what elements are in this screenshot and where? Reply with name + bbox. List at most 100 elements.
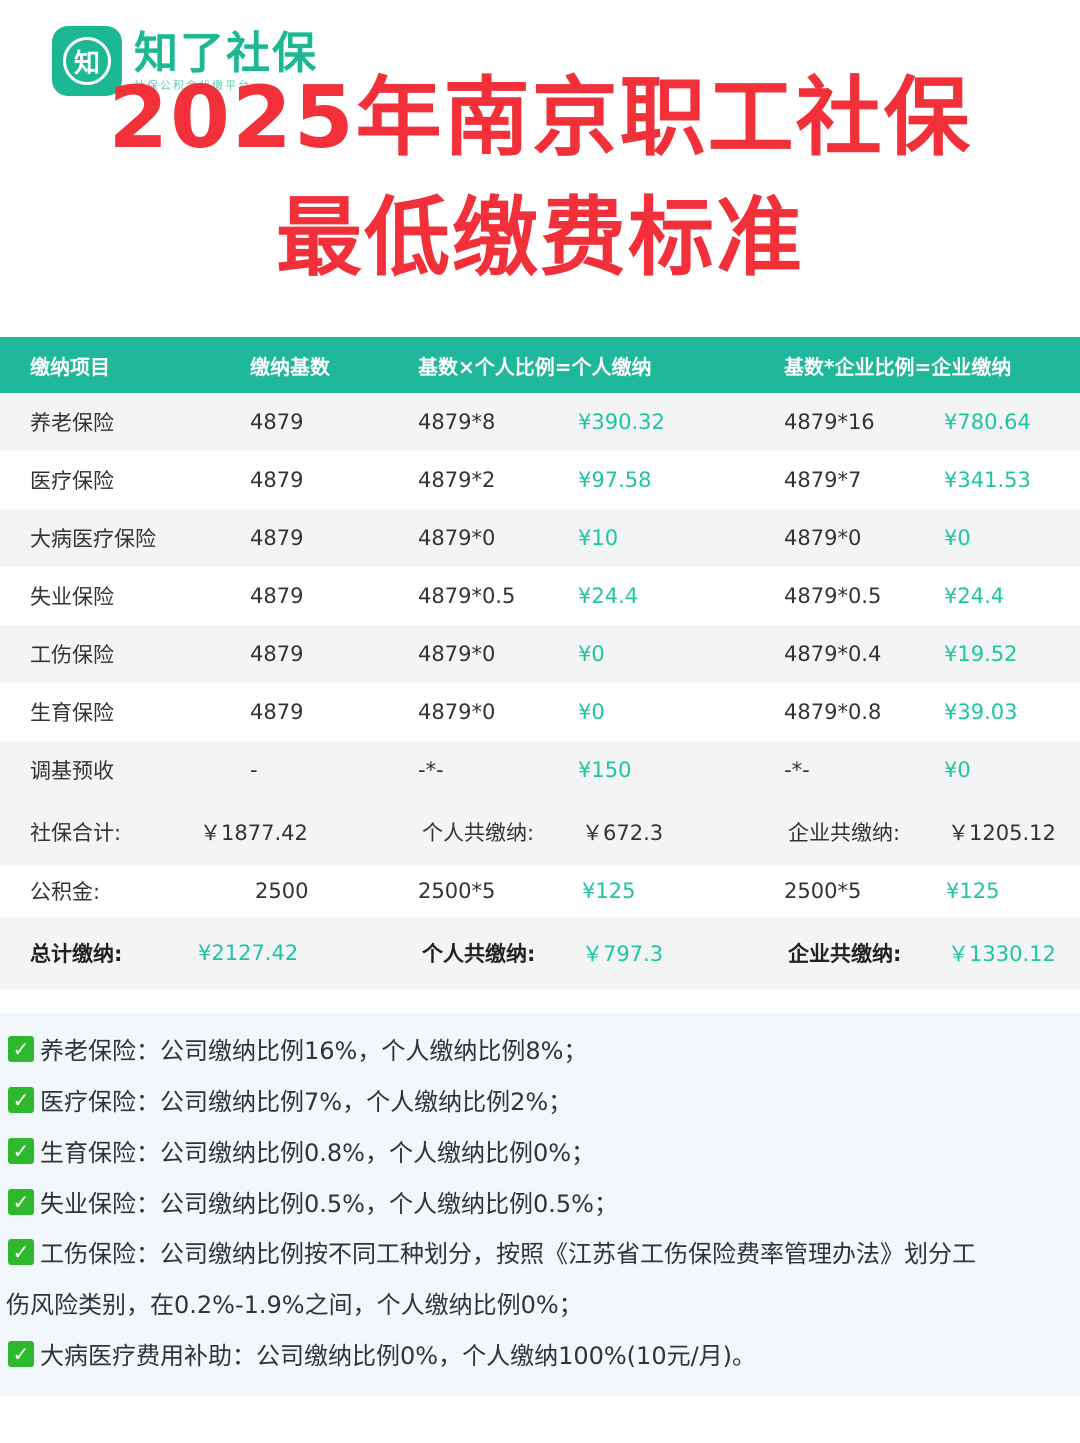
- header-personal: 基数×个人比例=个人缴纳: [418, 354, 652, 379]
- table-row: 调基预收 - -*- ¥150 -*- ¥0: [0, 741, 1080, 799]
- note-text: 伤风险类别，在0.2%-1.9%之间，个人缴纳比例0%；: [6, 1291, 583, 1319]
- cell-personal-amount: ¥10: [578, 526, 619, 550]
- contribution-table: 缴纳项目 缴纳基数 基数×个人比例=个人缴纳 基数*企业比例=企业缴纳 养老保险…: [0, 337, 1080, 989]
- cell-company-amount: ¥39.03: [944, 700, 1018, 724]
- cell-personal-amount: ¥0: [578, 700, 605, 724]
- check-icon: ✓: [8, 1035, 34, 1062]
- cell-company-formula: 4879*0.5: [784, 584, 882, 608]
- grand-total-value: ¥2127.42: [198, 941, 299, 965]
- grand-personal-label: 个人共缴纳:: [422, 942, 536, 966]
- cell-personal-amount: ¥150: [578, 758, 632, 782]
- note-pension: ✓ 养老保险：公司缴纳比例16%，个人缴纳比例8%；: [8, 1031, 587, 1066]
- cell-item: 大病医疗保险: [30, 527, 156, 551]
- header-base: 缴纳基数: [250, 354, 330, 379]
- table-row: 生育保险 4879 4879*0 ¥0 4879*0.8 ¥39.03: [0, 683, 1080, 741]
- social-company-value: ￥1205.12: [948, 821, 1056, 845]
- housing-fund-company-formula: 2500*5: [784, 879, 862, 903]
- housing-fund-base: 2500: [255, 879, 309, 903]
- note-text: 医疗保险：公司缴纳比例7%，个人缴纳比例2%；: [40, 1088, 573, 1116]
- cell-company-amount: ¥0: [944, 526, 971, 550]
- cell-personal-amount: ¥24.4: [578, 584, 639, 608]
- cell-company-formula: 4879*16: [784, 410, 875, 434]
- table-row: 失业保险 4879 4879*0.5 ¥24.4 4879*0.5 ¥24.4: [0, 567, 1080, 625]
- table-row: 工伤保险 4879 4879*0 ¥0 4879*0.4 ¥19.52: [0, 625, 1080, 683]
- grand-company-value: ￥1330.12: [948, 942, 1056, 966]
- note-maternity: ✓ 生育保险：公司缴纳比例0.8%，个人缴纳比例0%；: [8, 1133, 595, 1168]
- cell-personal-formula: 4879*0.5: [418, 584, 516, 608]
- cell-base: 4879: [250, 642, 304, 666]
- social-company-label: 企业共缴纳:: [788, 821, 901, 845]
- social-personal-label: 个人共缴纳:: [422, 821, 535, 845]
- cell-personal-amount: ¥390.32: [578, 410, 665, 434]
- note-injury: ✓ 工伤保险：公司缴纳比例按不同工种划分，按照《江苏省工伤保险费率管理办法》划分…: [8, 1234, 976, 1269]
- social-total-row: 社保合计: ￥1877.42 个人共缴纳: ￥672.3 企业共缴纳: ￥120…: [0, 799, 1080, 865]
- page: 知 知了社保 社保公积金代缴平台 2025年南京职工社保 最低缴费标准 缴纳项目…: [0, 0, 1080, 1443]
- grand-total-row: 总计缴纳: ¥2127.42 个人共缴纳: ￥797.3 企业共缴纳: ￥133…: [0, 917, 1080, 989]
- cell-personal-formula: 4879*0: [418, 642, 496, 666]
- cell-company-amount: ¥780.64: [944, 410, 1031, 434]
- check-icon: ✓: [8, 1238, 34, 1265]
- cell-company-formula: 4879*7: [784, 468, 862, 492]
- header-company: 基数*企业比例=企业缴纳: [784, 354, 1012, 379]
- page-title-line2: 最低缴费标准: [276, 188, 804, 288]
- note-text: 失业保险：公司缴纳比例0.5%，个人缴纳比例0.5%；: [40, 1190, 618, 1218]
- check-icon: ✓: [8, 1086, 34, 1113]
- social-total-label: 社保合计:: [30, 821, 122, 845]
- cell-base: 4879: [250, 410, 304, 434]
- note-medical: ✓ 医疗保险：公司缴纳比例7%，个人缴纳比例2%；: [8, 1082, 572, 1117]
- check-icon: ✓: [8, 1340, 34, 1367]
- housing-fund-row: 公积金: 2500 2500*5 ¥125 2500*5 ¥125: [0, 865, 1080, 917]
- notes-panel: ✓ 养老保险：公司缴纳比例16%，个人缴纳比例8%； ✓ 医疗保险：公司缴纳比例…: [0, 1013, 1080, 1396]
- cell-company-formula: 4879*0.4: [784, 642, 882, 666]
- cell-company-amount: ¥0: [944, 758, 971, 782]
- cell-personal-formula: 4879*8: [418, 410, 496, 434]
- cell-item: 失业保险: [30, 585, 114, 609]
- table-header: 缴纳项目 缴纳基数 基数×个人比例=个人缴纳 基数*企业比例=企业缴纳: [0, 337, 1080, 393]
- grand-company-label: 企业共缴纳:: [788, 942, 902, 966]
- note-text: 养老保险：公司缴纳比例16%，个人缴纳比例8%；: [40, 1037, 588, 1065]
- housing-fund-personal-amount: ¥125: [582, 879, 636, 903]
- cell-base: 4879: [250, 526, 304, 550]
- check-icon: ✓: [8, 1137, 34, 1164]
- cell-item: 工伤保险: [30, 643, 114, 667]
- table-row: 医疗保险 4879 4879*2 ¥97.58 4879*7 ¥341.53: [0, 451, 1080, 509]
- note-text: 大病医疗费用补助：公司缴纳比例0%，个人缴纳100%(10元/月)。: [40, 1342, 757, 1370]
- grand-personal-value: ￥797.3: [582, 942, 664, 966]
- social-total-value: ￥1877.42: [200, 821, 308, 845]
- cell-personal-formula: -*-: [418, 758, 444, 782]
- grand-total-label: 总计缴纳:: [30, 942, 123, 966]
- cell-item: 调基预收: [30, 759, 114, 783]
- cell-item: 生育保险: [30, 701, 114, 725]
- cell-base: -: [250, 758, 258, 782]
- cell-company-amount: ¥341.53: [944, 468, 1031, 492]
- cell-company-formula: 4879*0: [784, 526, 862, 550]
- table-row: 大病医疗保险 4879 4879*0 ¥10 4879*0 ¥0: [0, 509, 1080, 567]
- cell-base: 4879: [250, 700, 304, 724]
- cell-personal-amount: ¥97.58: [578, 468, 652, 492]
- cell-personal-amount: ¥0: [578, 642, 605, 666]
- cell-personal-formula: 4879*2: [418, 468, 496, 492]
- check-icon: ✓: [8, 1188, 34, 1215]
- cell-company-amount: ¥24.4: [944, 584, 1005, 608]
- housing-fund-personal-formula: 2500*5: [418, 879, 496, 903]
- cell-item: 养老保险: [30, 411, 114, 435]
- cell-personal-formula: 4879*0: [418, 526, 496, 550]
- note-text: 工伤保险：公司缴纳比例按不同工种划分，按照《江苏省工伤保险费率管理办法》划分工: [40, 1240, 976, 1268]
- housing-fund-label: 公积金:: [30, 880, 101, 904]
- page-title-line1: 2025年南京职工社保: [108, 68, 972, 168]
- cell-company-formula: 4879*0.8: [784, 700, 882, 724]
- cell-personal-formula: 4879*0: [418, 700, 496, 724]
- cell-base: 4879: [250, 584, 304, 608]
- cell-company-formula: -*-: [784, 758, 810, 782]
- note-critical-illness: ✓ 大病医疗费用补助：公司缴纳比例0%，个人缴纳100%(10元/月)。: [8, 1336, 756, 1371]
- note-injury-continued: 伤风险类别，在0.2%-1.9%之间，个人缴纳比例0%；: [6, 1285, 583, 1320]
- header-item: 缴纳项目: [30, 354, 110, 379]
- cell-base: 4879: [250, 468, 304, 492]
- note-text: 生育保险：公司缴纳比例0.8%，个人缴纳比例0%；: [40, 1139, 596, 1167]
- cell-company-amount: ¥19.52: [944, 642, 1018, 666]
- table-body: 养老保险 4879 4879*8 ¥390.32 4879*16 ¥780.64 医疗保险 4…: [0, 393, 1080, 799]
- note-unemployment: ✓ 失业保险：公司缴纳比例0.5%，个人缴纳比例0.5%；: [8, 1184, 618, 1219]
- housing-fund-company-amount: ¥125: [946, 879, 1000, 903]
- social-personal-value: ￥672.3: [582, 821, 664, 845]
- table-row: 养老保险 4879 4879*8 ¥390.32 4879*16 ¥780.64: [0, 393, 1080, 451]
